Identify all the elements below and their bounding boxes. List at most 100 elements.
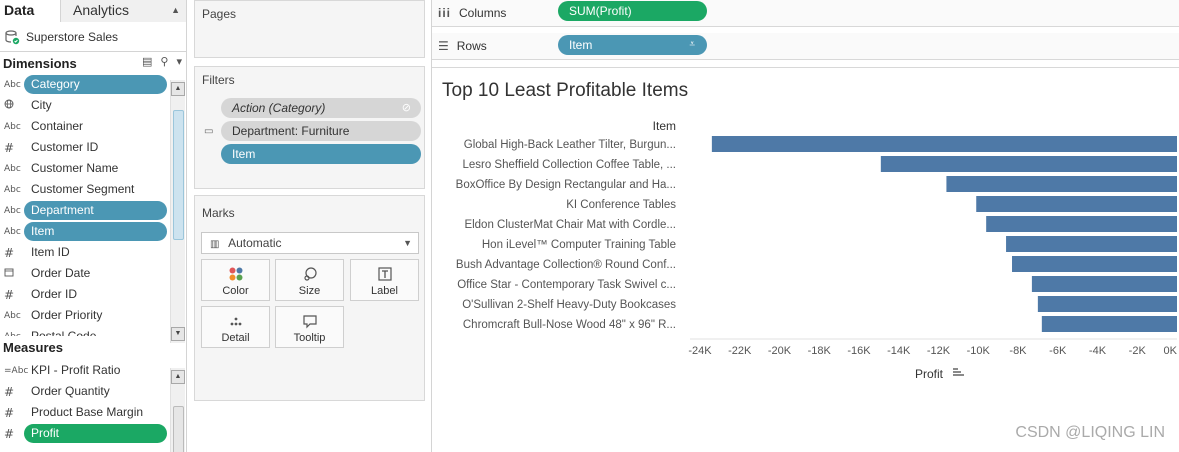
field-customer-name[interactable]: Abc Customer Name [0,158,186,179]
tab-analytics[interactable]: Analytics ▲ [60,0,186,22]
field-label: Category [24,75,167,94]
field-category[interactable]: Abc Category [0,74,186,95]
x-tick-label: -10K [967,345,991,357]
measures-title: Measures [3,339,63,355]
bar-chart: Item Global High-Back Leather Tilter, Bur… [456,119,1178,381]
datasource-item[interactable]: Superstore Sales [0,22,186,52]
bar[interactable] [711,136,1177,152]
scroll-up-icon[interactable]: ▲ [171,370,185,384]
field-label: Order Quantity [31,384,110,398]
tab-data[interactable]: Data [0,0,60,22]
field-department[interactable]: Abc Department [0,200,186,221]
label-button[interactable]: Label [350,259,419,301]
field-label: Order Date [31,266,91,280]
scroll-up-icon[interactable]: ▲ [171,82,185,96]
filter-pill-action-category[interactable]: Action (Category) ⊘ [221,98,421,118]
worksheet: Top 10 Least Profitable Items Item Global… [432,67,1179,452]
field-profit[interactable]: # Profit [0,423,186,444]
field-item-id[interactable]: # Item ID [0,242,186,263]
filter-pill-item[interactable]: Item [221,144,421,164]
bar[interactable] [1031,276,1177,292]
bar[interactable] [946,176,1177,192]
x-tick-label: -16K [847,345,871,357]
field-postal-code[interactable]: AbcPostal Code [0,326,186,336]
bar[interactable] [1037,296,1177,312]
dimension-icon: ▭ [204,126,214,137]
bar[interactable] [1012,256,1177,272]
number-type-icon: # [4,140,15,155]
columns-pill-sum-profit[interactable]: SUM(Profit) [558,1,707,21]
category-label: Hon iLevel™ Computer Training Table [482,239,676,251]
field-container[interactable]: Abc Container [0,116,186,137]
field-customer-segment[interactable]: Abc Customer Segment [0,179,186,200]
field-order-date[interactable]: Order Date [0,263,186,284]
field-label: Customer ID [31,140,99,154]
filter-pill-label: Action (Category) [232,101,326,115]
field-order-quantity[interactable]: # Order Quantity [0,381,186,402]
rows-pill-item[interactable]: Item ⩡ [558,35,707,55]
field-label: Customer Segment [31,182,135,196]
field-item[interactable]: Abc Item [0,221,186,242]
pages-title: Pages [202,7,237,21]
view-list-icon[interactable]: ▤ [142,55,152,68]
pages-card[interactable]: Pages [194,0,425,58]
size-button[interactable]: Size [275,259,344,301]
x-tick-label: -6K [1049,345,1067,357]
category-label: BoxOffice By Design Rectangular and Ha..… [456,179,676,191]
x-tick-label: -4K [1089,345,1107,357]
sort-descending-icon [953,368,964,376]
dimensions-header: Dimensions ▤ ⚲ ▾ [0,52,186,74]
bar[interactable] [1006,236,1177,252]
tooltip-button[interactable]: Tooltip [275,306,344,348]
bar[interactable] [976,196,1177,212]
filter-pill-department[interactable]: Department: Furniture [221,121,421,141]
category-label: Eldon ClusterMat Chair Mat with Cordle..… [464,219,676,231]
rows-shelf[interactable]: ☰ Rows Item ⩡ [432,33,1179,60]
x-axis-title: Profit [915,367,944,381]
field-kpi-profit-ratio[interactable]: =Abc KPI - Profit Ratio [0,360,186,381]
field-label: Postal Code [31,329,97,336]
data-pane: Data Analytics ▲ Superstore Sales Dimens… [0,0,187,452]
dimension-list: Abc Category City Abc Container # Customer ID A… [0,74,186,336]
category-label: Lesro Sheffield Collection Coffee Table,… [462,159,676,171]
scroll-down-icon[interactable]: ▼ [171,327,185,341]
filters-card[interactable]: Filters Action (Category) ⊘ ▭ Department… [194,66,425,189]
bar[interactable] [1041,316,1177,332]
search-icon[interactable]: ⚲ [160,55,168,68]
measures-scrollbar[interactable]: ▲ [170,368,185,452]
detail-button-label: Detail [221,332,250,344]
field-product-base-margin[interactable]: # Product Base Margin [0,402,186,423]
bar[interactable] [986,216,1177,232]
bar[interactable] [880,156,1177,172]
label-button-label: Label [371,285,398,297]
field-order-priority[interactable]: Abc Order Priority [0,305,186,326]
x-tick-label: -8K [1009,345,1027,357]
scroll-thumb[interactable] [172,406,184,452]
number-type-icon: # [4,245,15,260]
field-city[interactable]: City [0,95,186,116]
category-label: Global High-Back Leather Tilter, Burgun.… [464,139,676,151]
dimensions-scrollbar[interactable]: ▲ ▼ [170,80,185,343]
field-customer-id[interactable]: # Customer ID [0,137,186,158]
number-type-icon: # [4,287,15,302]
chevron-down-icon[interactable]: ▾ [176,55,182,68]
columns-pill-label: SUM(Profit) [569,4,632,18]
color-button[interactable]: Color [201,259,270,301]
columns-label: Columns [459,6,507,20]
scroll-thumb[interactable] [172,110,184,240]
mark-type-dropdown[interactable]: ▥ Automatic ▼ [201,232,419,254]
x-tick-label: 0K [1164,345,1178,357]
watermark: CSDN @LIQING LIN [1015,424,1165,441]
detail-button[interactable]: Detail [201,306,270,348]
field-label: Container [31,119,84,133]
string-type-icon: Abc [4,226,21,237]
string-type-icon: Abc [4,79,21,90]
field-label: Product Base Margin [31,405,144,419]
size-button-label: Size [298,285,321,297]
field-order-id[interactable]: # Order ID [0,284,186,305]
field-label: Profit [24,424,167,443]
measures-header: Measures [0,336,186,358]
field-label: City [31,98,52,112]
columns-shelf[interactable]: iii Columns SUM(Profit) [432,0,1179,27]
x-tick-label: -14K [887,345,911,357]
